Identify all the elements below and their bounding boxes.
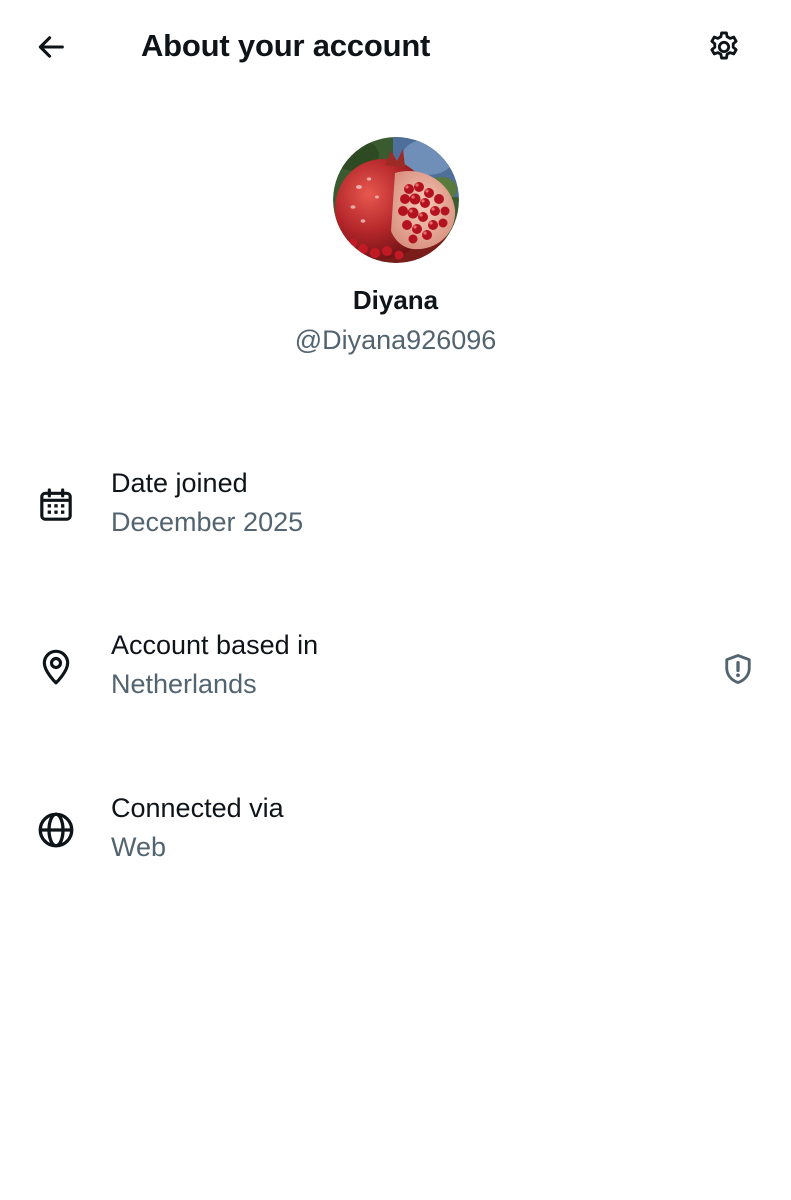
shield-alert-icon <box>725 654 751 684</box>
location-privacy-button[interactable] <box>716 647 760 691</box>
settings-button[interactable] <box>701 24 747 70</box>
connected-via-row: Connected via Web <box>0 785 791 875</box>
account-based-in-row: Account based in Netherlands <box>0 622 791 712</box>
avatar[interactable] <box>332 137 459 263</box>
account-based-in-value: Netherlands <box>111 669 257 699</box>
back-button[interactable] <box>28 24 74 70</box>
globe-icon <box>34 808 78 852</box>
date-joined-row: Date joined December 2025 <box>0 460 791 550</box>
top-app-bar: About your account <box>0 0 791 94</box>
connected-via-value: Web <box>111 832 167 862</box>
display-name: Diyana <box>352 285 439 315</box>
calendar-icon <box>34 483 78 527</box>
profile-section: Diyana @Diyana926096 <box>0 137 791 357</box>
arrow-left-icon <box>38 36 64 58</box>
location-pin-icon <box>34 645 78 689</box>
gear-icon <box>710 31 738 60</box>
connected-via-label: Connected via <box>111 793 284 823</box>
date-joined-value: December 2025 <box>111 507 304 537</box>
page-title: About your account <box>141 28 431 63</box>
username-handle: @Diyana926096 <box>294 325 497 355</box>
account-based-in-label: Account based in <box>111 630 319 660</box>
date-joined-label: Date joined <box>111 468 248 498</box>
